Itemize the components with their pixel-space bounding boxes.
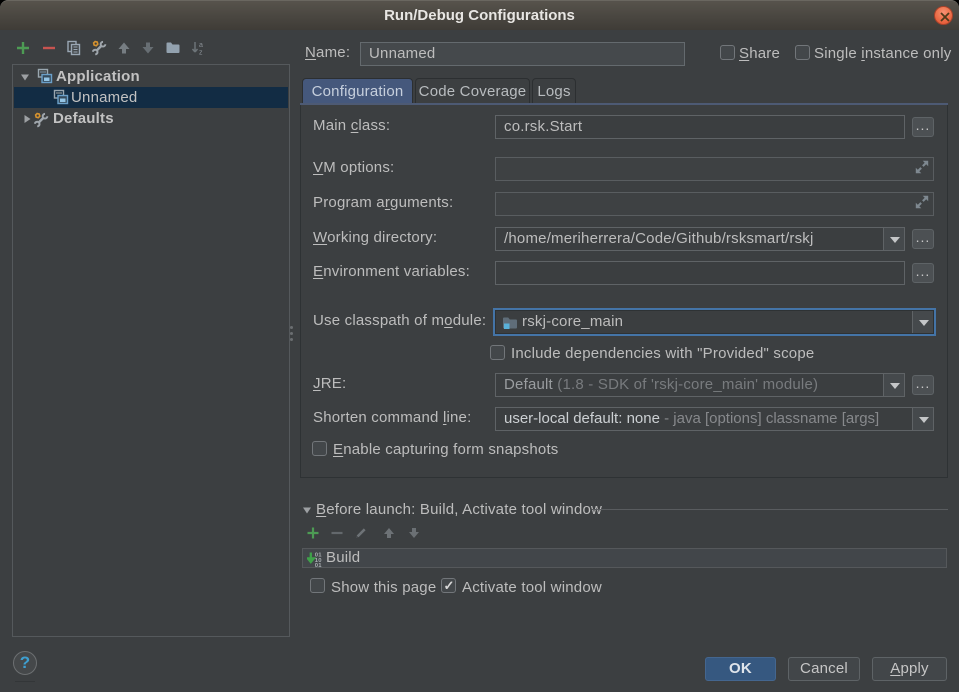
svg-text:a: a xyxy=(199,42,203,49)
svg-text:01: 01 xyxy=(315,563,322,567)
svg-text:z: z xyxy=(199,50,203,57)
